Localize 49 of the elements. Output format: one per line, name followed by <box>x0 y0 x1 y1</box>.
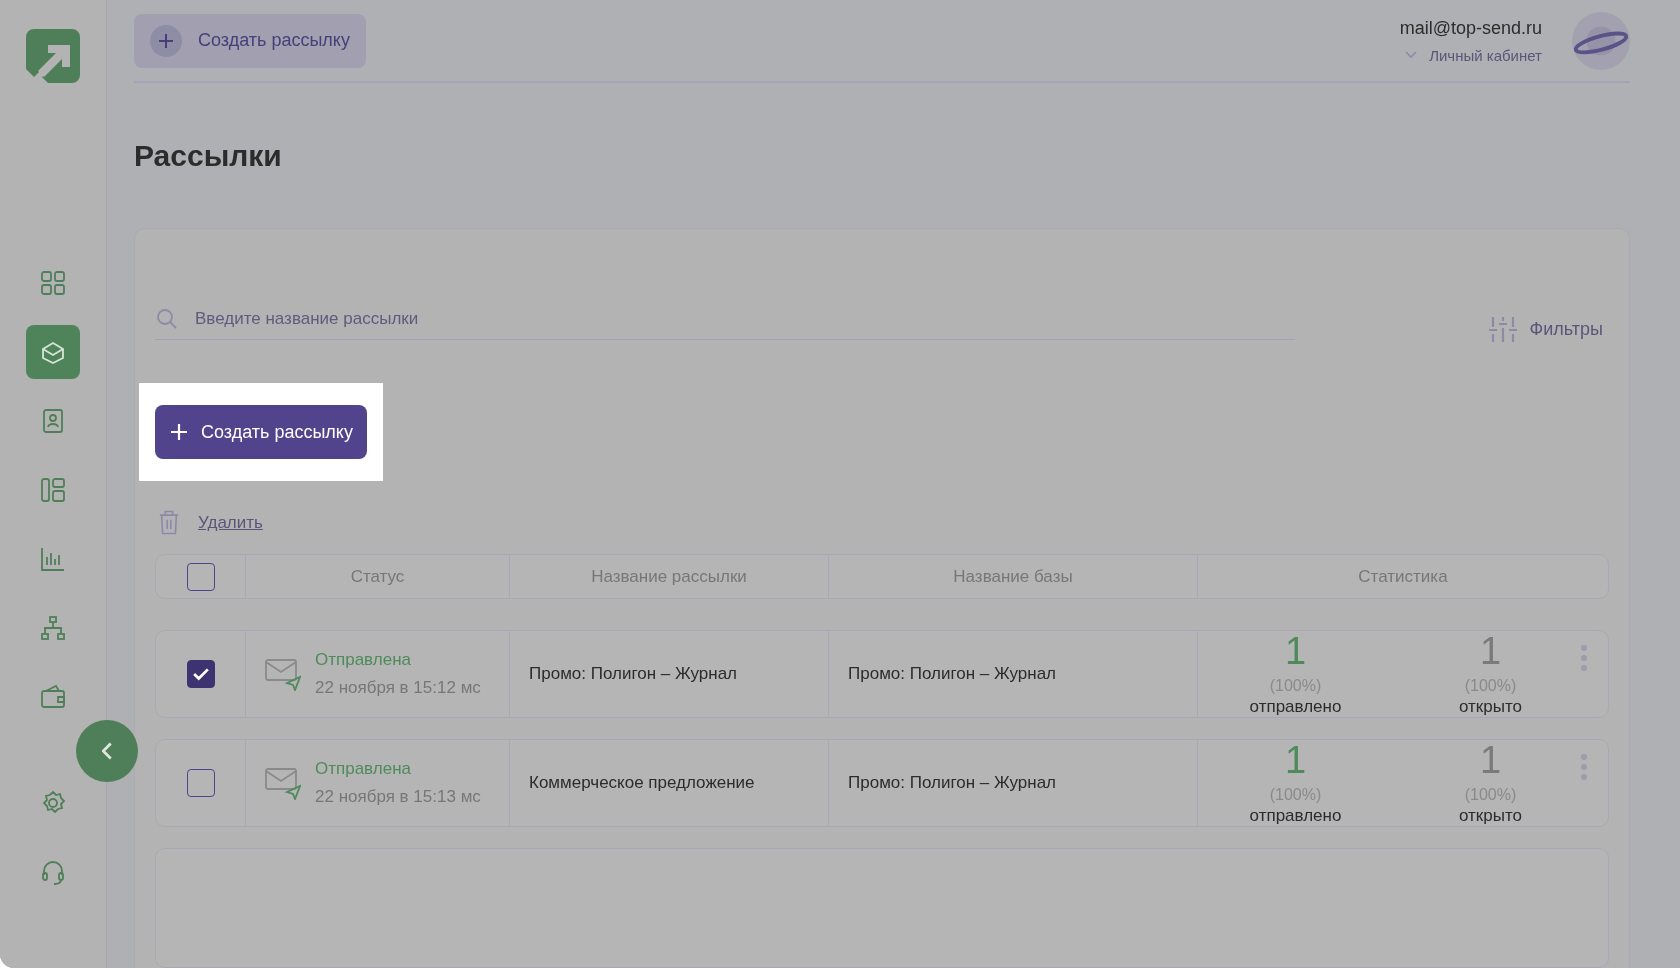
user-email: mail@top-send.ru <box>1399 17 1542 39</box>
grid-icon <box>39 269 67 297</box>
sent-label: отправлено <box>1249 806 1342 826</box>
table-cell: Промо: Полигон – Журнал <box>848 664 1057 685</box>
headset-icon <box>39 858 67 886</box>
column-header: Статус <box>350 566 405 587</box>
column-header: Статистика <box>1358 566 1448 587</box>
logo-icon <box>26 29 80 83</box>
select-all-checkbox[interactable] <box>186 562 215 591</box>
table-cell: Промо: Полигон – Журнал <box>529 664 738 685</box>
opened-label: открыто <box>1459 806 1522 826</box>
date-text: 22 ноября в 15:13 мс <box>315 787 481 808</box>
layout-icon <box>39 476 67 504</box>
page-title: Рассылки <box>134 139 283 173</box>
row-checkbox[interactable] <box>186 660 215 689</box>
table-cell: Коммерческое предложение <box>529 773 755 794</box>
opened-count: 1 <box>1479 740 1502 782</box>
date-text: 22 ноября в 15:12 мс <box>315 678 481 699</box>
bar-chart-icon <box>39 545 67 573</box>
plus-icon <box>150 24 182 57</box>
check-icon <box>192 667 209 681</box>
column-header: Название рассылки <box>591 566 747 587</box>
opened-label: открыто <box>1459 697 1522 718</box>
delete-link[interactable]: Удалить <box>198 512 263 533</box>
sent-count: 1 <box>1284 740 1307 782</box>
hierarchy-icon <box>39 614 67 642</box>
sent-count: 1 <box>1284 631 1307 674</box>
status-text: Отправлена <box>315 759 412 780</box>
column-header: Название базы <box>953 566 1073 587</box>
plus-icon <box>169 422 189 442</box>
envelope-send-icon <box>265 766 301 801</box>
filters-button[interactable]: Фильтры <box>1481 313 1609 345</box>
account-link[interactable]: Личный кабинет <box>1403 46 1542 64</box>
create-mailing-button[interactable]: Создать рассылку <box>155 405 367 459</box>
avatar-planet-icon <box>1572 11 1630 70</box>
envelope-send-icon <box>265 657 301 692</box>
chevron-left-icon <box>102 742 112 760</box>
wallet-icon <box>39 683 67 711</box>
status-text: Отправлена <box>315 650 412 671</box>
search-icon <box>155 306 179 331</box>
row-checkbox[interactable] <box>186 769 215 798</box>
sidebar-item[interactable] <box>26 325 80 379</box>
sent-label: отправлено <box>1249 697 1342 718</box>
opened-count: 1 <box>1479 631 1502 674</box>
table-cell: Промо: Полигон – Журнал <box>848 773 1057 794</box>
search-field[interactable]: Введите название рассылки <box>193 307 1295 330</box>
create-mailing-button[interactable]: Создать рассылку <box>134 13 366 68</box>
trash-icon <box>158 509 180 536</box>
sliders-icon <box>1487 314 1518 344</box>
